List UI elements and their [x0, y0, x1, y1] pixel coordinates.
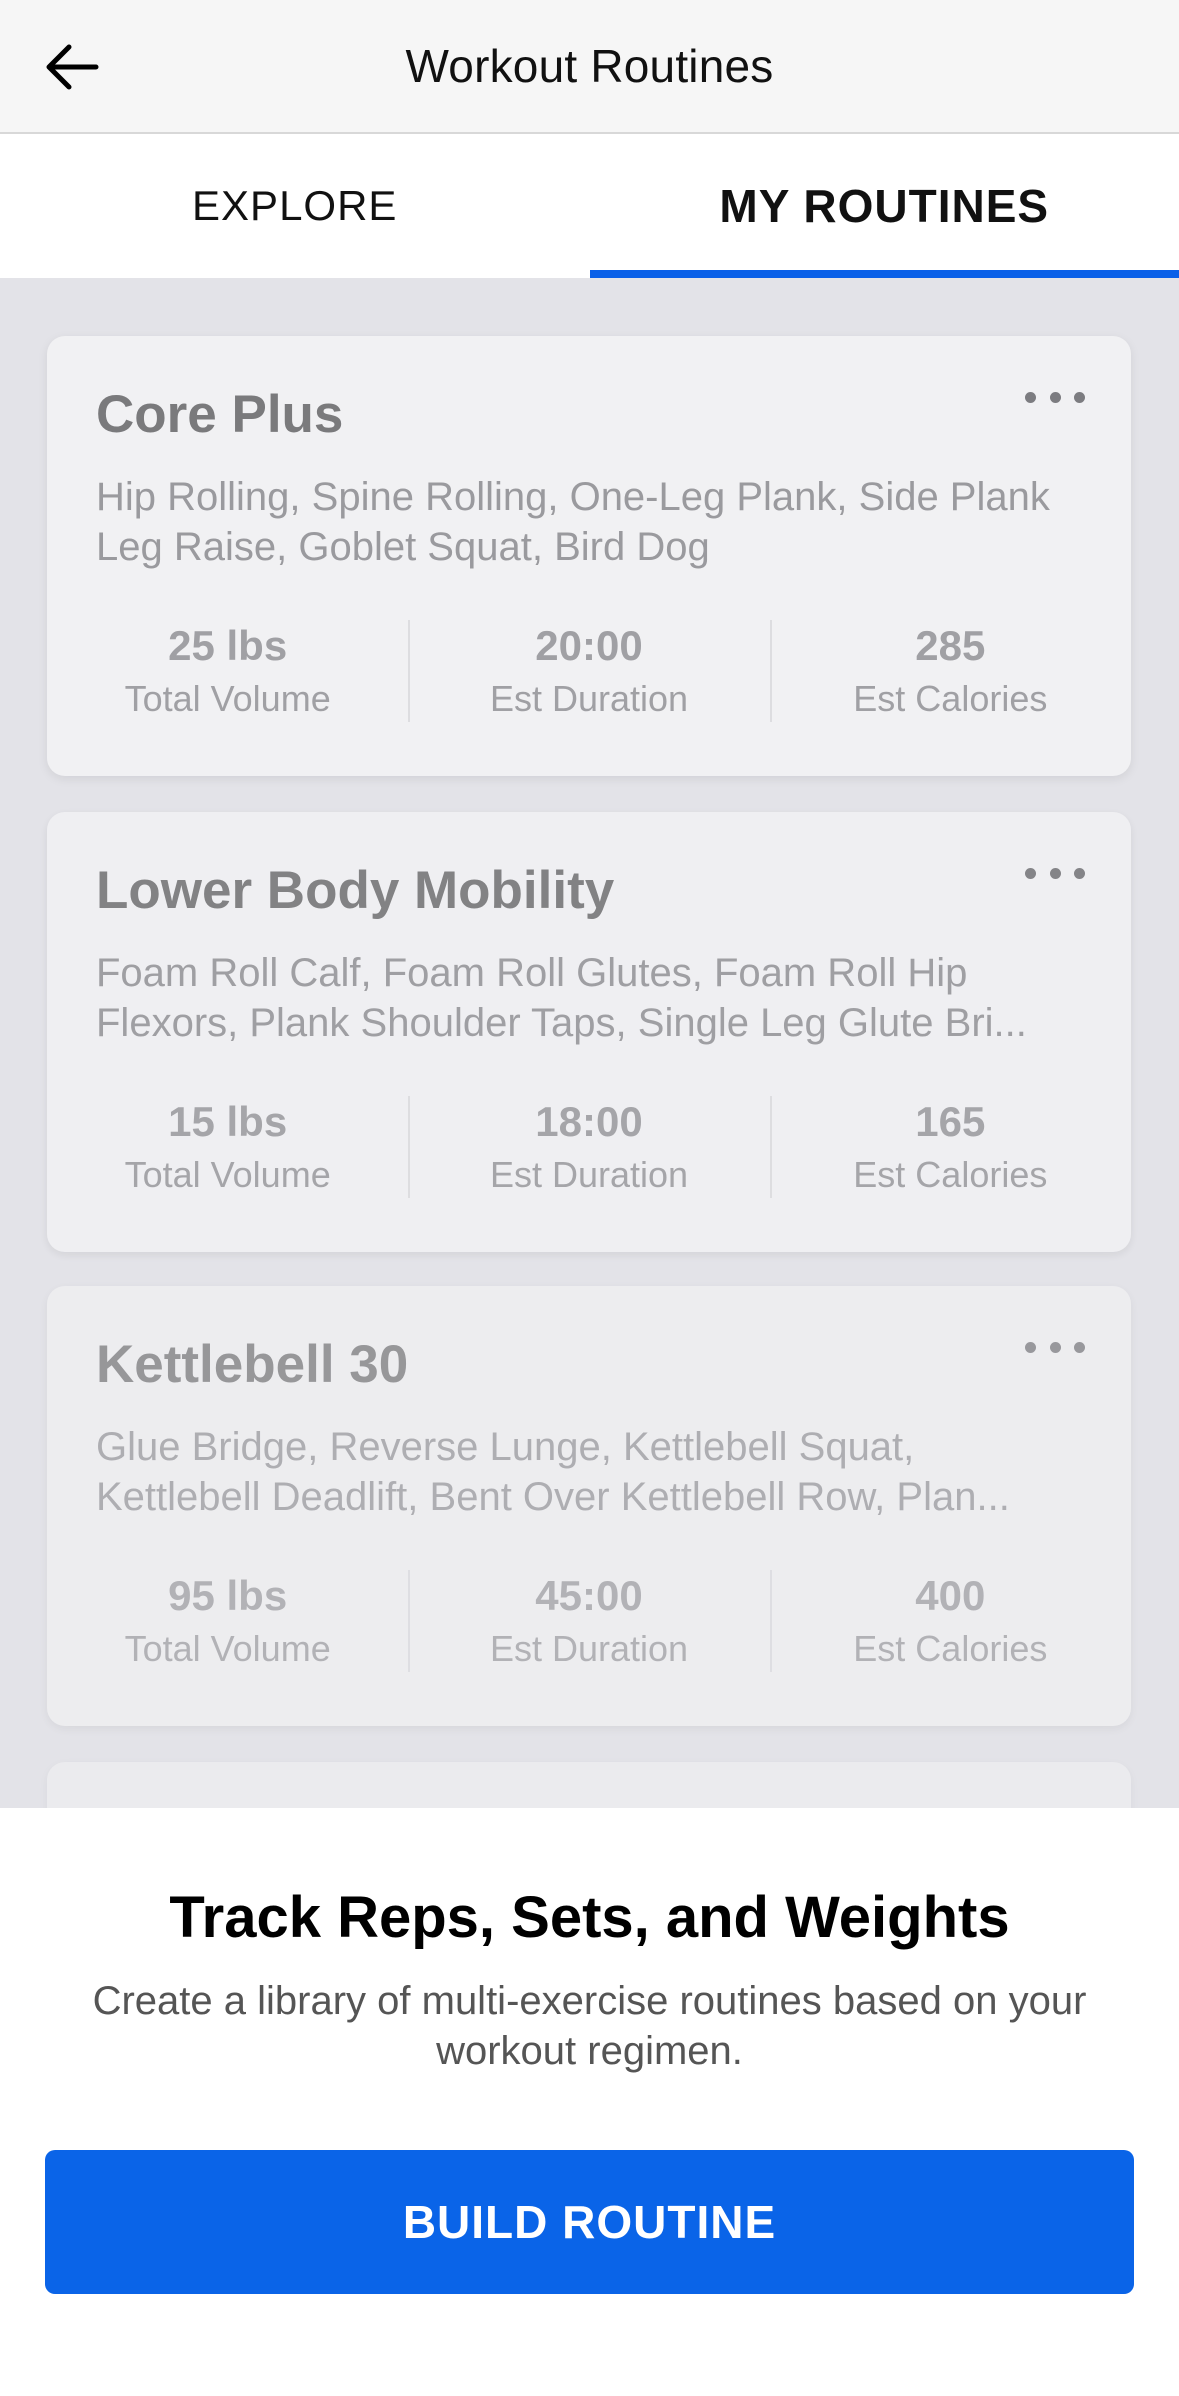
routine-card-core-plus[interactable]: Core Plus Hip Rolling, Spine Rolling, On… — [47, 336, 1131, 776]
page-title: Workout Routines — [405, 40, 774, 92]
routine-exercises: Glue Bridge, Reverse Lunge, Kettlebell S… — [96, 1425, 1010, 1519]
stat-label: Total Volume — [124, 1628, 331, 1669]
stat-label: Total Volume — [124, 678, 331, 719]
stat-value: 18:00 — [535, 1098, 643, 1145]
stat-value: 165 — [915, 1098, 986, 1145]
tab-explore[interactable]: EXPLORE — [0, 134, 590, 278]
routine-title: Kettlebell 30 — [96, 1335, 409, 1394]
routine-stats: 95 lbs Total Volume 45:00 Est Duration 4… — [47, 1566, 1131, 1676]
arrow-left-icon — [46, 44, 99, 90]
more-options-icon[interactable] — [1025, 382, 1085, 412]
routine-stats: 25 lbs Total Volume 20:00 Est Duration 2… — [47, 616, 1131, 726]
stat-total-volume: 95 lbs Total Volume — [47, 1566, 408, 1676]
stat-label: Est Calories — [853, 1628, 1048, 1669]
stat-total-volume: 15 lbs Total Volume — [47, 1092, 408, 1202]
stat-est-duration: 45:00 Est Duration — [408, 1566, 769, 1676]
routine-title: Lower Body Mobility — [96, 861, 615, 920]
stat-est-calories: 400 Est Calories — [769, 1566, 1131, 1676]
stat-label: Total Volume — [124, 1154, 331, 1195]
routine-title: Core Plus — [96, 385, 344, 444]
stat-label: Est Calories — [853, 1154, 1048, 1195]
routine-card-lower-body-mobility[interactable]: Lower Body Mobility Foam Roll Calf, Foam… — [47, 812, 1131, 1252]
stat-value: 25 lbs — [168, 622, 288, 669]
stat-value: 20:00 — [535, 622, 643, 669]
build-routine-button[interactable]: BUILD ROUTINE — [45, 2150, 1134, 2294]
more-options-icon[interactable] — [1025, 858, 1085, 888]
routine-list: Core Plus Hip Rolling, Spine Rolling, On… — [0, 278, 1179, 1808]
stat-value: 400 — [915, 1572, 986, 1619]
stat-value: 45:00 — [535, 1572, 643, 1619]
more-options-icon[interactable] — [1025, 1332, 1085, 1362]
stat-value: 285 — [915, 622, 986, 669]
routine-card-kettlebell-30[interactable]: Kettlebell 30 Glue Bridge, Reverse Lunge… — [47, 1286, 1131, 1726]
routine-stats: 15 lbs Total Volume 18:00 Est Duration 1… — [47, 1092, 1131, 1202]
routine-exercises: Foam Roll Calf, Foam Roll Glutes, Foam R… — [96, 951, 1027, 1045]
routine-exercises: Hip Rolling, Spine Rolling, One-Leg Plan… — [96, 475, 1050, 569]
stat-label: Est Duration — [489, 1628, 689, 1669]
stat-value: 15 lbs — [168, 1098, 288, 1145]
stat-est-duration: 20:00 Est Duration — [408, 616, 769, 726]
stat-est-duration: 18:00 Est Duration — [408, 1092, 769, 1202]
stat-value: 95 lbs — [168, 1572, 288, 1619]
tab-my-routines[interactable]: MY ROUTINES — [589, 134, 1179, 278]
stat-label: Est Duration — [489, 1154, 689, 1195]
stat-total-volume: 25 lbs Total Volume — [47, 616, 408, 726]
back-button[interactable] — [30, 30, 114, 104]
tab-bar: EXPLORE MY ROUTINES — [0, 134, 1179, 278]
stat-label: Est Duration — [489, 678, 689, 719]
top-app-bar: Workout Routines — [0, 0, 1179, 134]
stat-est-calories: 165 Est Calories — [769, 1092, 1131, 1202]
stat-est-calories: 285 Est Calories — [769, 616, 1131, 726]
routine-card-partial — [47, 1762, 1131, 1808]
promo-panel: Track Reps, Sets, and Weights Create a l… — [0, 1808, 1179, 2396]
stat-label: Est Calories — [853, 678, 1048, 719]
promo-title: Track Reps, Sets, and Weights — [169, 1885, 1010, 1950]
promo-description: Create a library of multi-exercise routi… — [92, 1979, 1087, 2073]
